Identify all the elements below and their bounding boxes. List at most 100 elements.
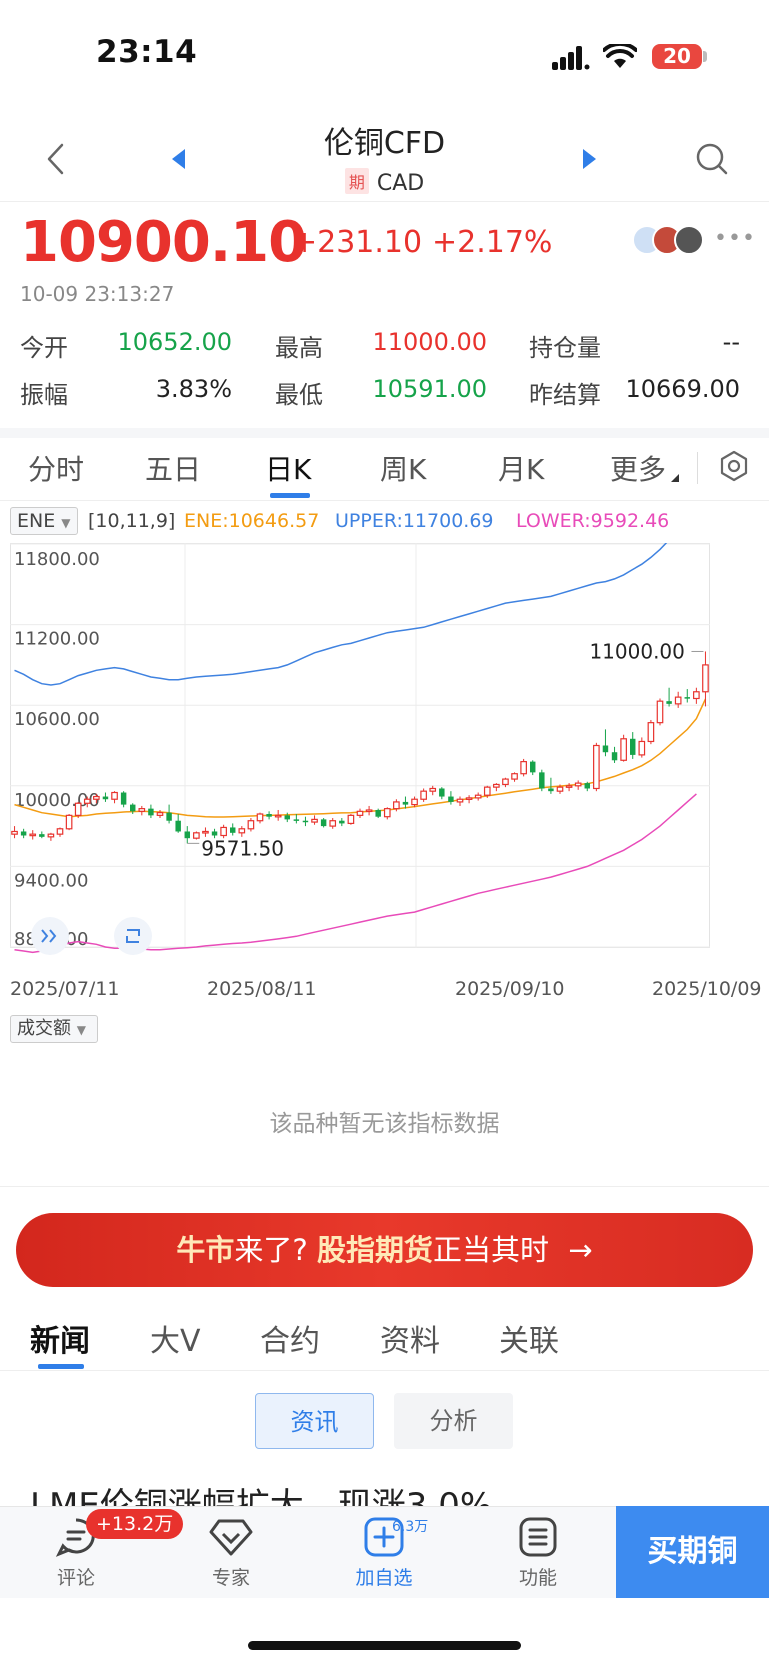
candle-body [102,796,109,800]
candle-body [130,804,136,812]
candle-body [156,812,164,816]
candle-body [620,738,627,761]
candle-body [493,783,500,788]
futures-tag: 期 [344,168,369,194]
tab-news[interactable]: 新闻 [30,1316,90,1360]
candle-body [638,740,646,756]
candle-body [74,802,82,816]
candle-body [39,834,45,837]
news-tabs-divider [0,1370,769,1371]
candle-body [202,830,209,834]
candle-body [293,819,300,821]
y-tick-label: 9400.00 [14,870,88,891]
candle-body [630,738,636,755]
candle-body [120,792,127,805]
stat-value-low: 10591.00 [372,375,487,403]
expert-label: 专家 [211,1567,250,1589]
add-watchlist-label: 加自选 [355,1567,413,1589]
lower-value: LOWER:9592.46 [516,510,670,532]
indicator-select[interactable]: ENE ▼ [10,507,78,535]
functions-button[interactable]: 功能 [493,1513,583,1590]
candle-body [11,830,18,835]
tab-weekly-k[interactable]: 周K [380,448,426,488]
battery-tip [703,51,707,62]
candle-body [429,787,437,792]
candle-body [247,820,255,830]
tab-profile[interactable]: 资料 [380,1316,440,1360]
candle-body [365,809,373,813]
candle-body [383,808,391,818]
stat-value-open: 10652.00 [117,328,232,356]
tab-intraday[interactable]: 分时 [28,448,84,488]
battery-indicator: 20 [652,44,702,69]
x-tick-label: 2025/09/10 [455,978,565,1000]
candle-body [47,833,55,838]
candle-body [320,819,327,827]
candle-body [148,808,154,816]
banner-part2: 来了? [234,1233,308,1267]
promo-banner[interactable]: 牛市来了? 股指期货正当其时 → [16,1213,753,1287]
candle-body [166,812,172,821]
candle-body [220,826,227,837]
candle-body [584,783,590,789]
candle-body [593,744,600,790]
settings-icon[interactable] [718,450,750,482]
candle-body [339,820,345,824]
watchlist-count: 6.3万 [392,1519,429,1535]
stat-label-low: 最低 [275,381,323,409]
candle-body [302,820,309,823]
signal-icon [552,46,590,70]
candlestick-chart[interactable]: 11800.0011200.0010600.0010000.009400.008… [10,543,759,970]
next-item-icon[interactable] [582,148,598,170]
x-tick-label: 2025/07/11 [10,978,120,1000]
avatar[interactable] [674,225,704,255]
pill-information[interactable]: 资讯 [255,1393,374,1449]
expert-button[interactable]: 专家 [186,1513,276,1590]
tab-more[interactable]: 更多 [610,448,666,488]
ene-value: ENE:10646.57 [184,510,320,532]
tab-contract[interactable]: 合约 [260,1316,320,1360]
page-title: 伦铜CFD [323,126,446,161]
candle-body [411,798,418,806]
upper-band-line [14,543,668,686]
stat-label-open-interest: 持仓量 [529,334,601,362]
tab-five-day[interactable]: 五日 [145,448,201,488]
fullscreen-icon[interactable] [113,916,153,956]
candle-body [674,696,682,705]
candle-body [20,831,27,836]
candle-body [474,794,482,799]
tab-daily-k[interactable]: 日K [265,448,311,488]
candle-body [274,814,282,818]
tab-related[interactable]: 关联 [499,1316,559,1360]
tab-big-v[interactable]: 大V [150,1316,201,1360]
stat-label-high: 最高 [275,334,323,362]
more-options-icon[interactable]: ••• [714,226,756,251]
buy-futures-button[interactable]: 买期铜 [616,1506,769,1598]
candle-body [511,773,518,780]
stat-value-prev-settle: 10669.00 [625,375,740,403]
active-news-tab-indicator [38,1364,84,1369]
candle-body [65,814,73,830]
candle-body [556,786,564,792]
status-time: 23:14 [96,34,198,70]
expand-chart-icon[interactable] [30,916,70,956]
price-change: +231.10 [292,225,423,260]
stat-value-open-interest: -- [722,328,740,356]
candle-body [666,701,672,704]
candle-body [520,761,527,775]
pill-analysis[interactable]: 分析 [394,1393,513,1449]
banner-part4: 正当其时 [433,1233,550,1267]
candle-body [93,795,100,800]
candle-body [611,752,618,761]
search-icon[interactable] [695,142,729,176]
stat-label-amplitude: 振幅 [20,381,68,409]
candle-body [138,808,146,812]
candle-body [647,722,655,743]
y-tick-label: 10600.00 [14,709,100,730]
candle-body [530,761,536,773]
tab-monthly-k[interactable]: 月K [498,448,544,488]
functions-label: 功能 [518,1567,557,1589]
comment-count-badge: +13.2万 [86,1509,184,1539]
volume-indicator-select[interactable]: 成交额 ▼ [10,1015,98,1043]
candle-body [230,827,236,833]
